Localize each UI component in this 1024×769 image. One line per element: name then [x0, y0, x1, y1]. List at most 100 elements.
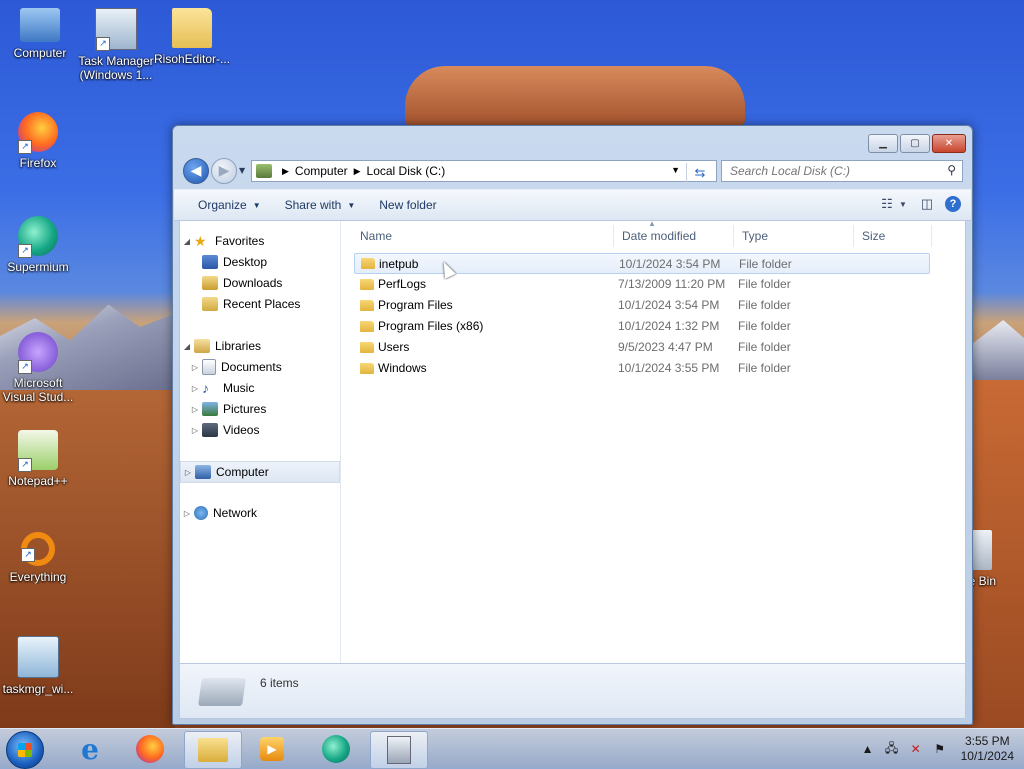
collapse-arrow-icon[interactable]: ▷	[188, 405, 202, 414]
folder-icon	[361, 258, 375, 269]
desktop-icon-notepadpp[interactable]: ↗ Notepad++	[0, 430, 76, 488]
desktop-icon-computer[interactable]: Computer	[2, 8, 78, 60]
file-list[interactable]: ▲ Name Date modified Type Size inetpub 1…	[348, 219, 965, 663]
nav-videos[interactable]: ▷ Videos	[180, 420, 346, 440]
table-row[interactable]: Program Files 10/1/2024 3:54 PM File fol…	[354, 295, 928, 315]
nav-libraries[interactable]: ◢ Libraries	[180, 336, 338, 356]
share-with-button[interactable]: Share with ▼	[273, 194, 368, 216]
collapse-arrow-icon[interactable]: ▷	[181, 468, 195, 477]
nav-favorites[interactable]: ◢ ★ Favorites	[180, 231, 338, 251]
search-input[interactable]	[728, 163, 932, 179]
desktop-icon-supermium[interactable]: ↗ Supermium	[0, 216, 76, 274]
recent-pages-dropdown[interactable]: ▼	[239, 166, 245, 175]
nav-network[interactable]: ▷ Network	[180, 503, 338, 523]
taskbar-media-player[interactable]: ▶	[244, 731, 300, 767]
column-header-name[interactable]: Name	[352, 225, 614, 247]
task-manager-icon: ↗	[95, 8, 137, 51]
forward-button[interactable]: ▶	[211, 158, 237, 184]
desktop-icon-visual-studio[interactable]: ↗ Microsoft Visual Stud...	[0, 332, 76, 404]
table-row[interactable]: Windows 10/1/2024 3:55 PM File folder	[354, 358, 928, 378]
share-with-label: Share with	[284, 198, 342, 212]
nav-music[interactable]: ▷ ♪ Music	[180, 378, 346, 398]
column-label: Type	[742, 229, 769, 243]
column-label: Size	[862, 229, 886, 243]
taskbar-explorer[interactable]	[184, 731, 242, 769]
nav-desktop[interactable]: Desktop	[180, 252, 346, 272]
collapse-arrow-icon[interactable]: ▷	[180, 509, 194, 518]
column-header-date[interactable]: Date modified	[614, 225, 734, 247]
taskbar-internet-explorer[interactable]: e	[62, 731, 118, 767]
help-icon[interactable]: ?	[945, 196, 961, 212]
desktop-icon-risoheditor[interactable]: RisohEditor-...	[154, 8, 230, 66]
nav-recent-places[interactable]: Recent Places	[180, 294, 346, 314]
column-label: Name	[360, 229, 393, 243]
folder-icon	[360, 299, 374, 311]
chevron-down-icon: ▼	[252, 200, 261, 210]
nav-label: Videos	[223, 423, 260, 437]
close-button[interactable]: ✕	[932, 134, 966, 153]
breadcrumb-local-disk[interactable]: Local Disk (C:)	[367, 164, 446, 178]
change-view-icon[interactable]: ☷	[877, 194, 897, 214]
address-bar[interactable]: ▶ Computer ▶ Local Disk (C:) ▼ ⇆	[251, 160, 717, 183]
table-row[interactable]: Program Files (x86) 10/1/2024 1:32 PM Fi…	[354, 316, 928, 336]
action-center-flag-icon[interactable]: ⚑	[931, 742, 949, 756]
file-name: PerfLogs	[378, 277, 427, 291]
search-icon[interactable]: ⚲	[947, 163, 956, 177]
taskbar-supermium[interactable]	[308, 731, 364, 767]
forward-arrow-icon: ▶	[218, 163, 230, 179]
collapse-arrow-icon[interactable]: ▷	[188, 384, 202, 393]
address-dropdown-icon[interactable]: ▼	[671, 165, 680, 175]
show-hidden-icons-icon[interactable]: ▲	[859, 742, 877, 756]
details-pane: 6 items	[179, 663, 966, 719]
nav-computer[interactable]: ▷ Computer	[180, 461, 340, 483]
new-folder-button[interactable]: New folder	[367, 194, 448, 216]
clock[interactable]: 3:55 PM 10/1/2024	[961, 734, 1014, 764]
search-box[interactable]: ⚲	[721, 160, 963, 182]
table-row[interactable]: PerfLogs 7/13/2009 11:20 PM File folder	[354, 274, 928, 294]
nav-downloads[interactable]: Downloads	[180, 273, 346, 293]
file-type: File folder	[738, 361, 791, 375]
desktop-icon-label: Notepad++	[8, 474, 68, 488]
table-row[interactable]: Users 9/5/2023 4:47 PM File folder	[354, 337, 928, 357]
preview-pane-icon[interactable]: ◫	[917, 194, 937, 214]
expand-arrow-icon[interactable]: ◢	[180, 342, 194, 351]
expand-arrow-icon[interactable]: ◢	[180, 237, 194, 246]
explorer-window[interactable]: ▁ ▢ ✕ ◀ ▶ ▼ ▶ Computer ▶ Local Disk (C:)…	[172, 125, 973, 725]
nav-pictures[interactable]: ▷ Pictures	[180, 399, 346, 419]
desktop-icon-firefox[interactable]: ↗ Firefox	[0, 112, 76, 170]
minimize-button[interactable]: ▁	[868, 134, 898, 153]
file-date: 9/5/2023 4:47 PM	[618, 340, 713, 354]
column-header-size[interactable]: Size	[854, 225, 932, 247]
refresh-button[interactable]: ⇆	[686, 163, 713, 183]
volume-muted-icon[interactable]: ✕	[907, 742, 925, 756]
back-button[interactable]: ◀	[183, 158, 209, 184]
view-dropdown-icon[interactable]: ▼	[897, 194, 909, 214]
computer-icon	[195, 465, 211, 479]
navigation-pane[interactable]: ◢ ★ Favorites Desktop Downloads Recent P…	[180, 221, 341, 663]
organize-button[interactable]: Organize ▼	[186, 194, 273, 216]
maximize-icon: ▢	[910, 138, 920, 149]
start-button[interactable]	[6, 731, 44, 769]
desktop-icon-label: Firefox	[19, 156, 57, 170]
folder-icon	[172, 8, 212, 48]
breadcrumb-computer[interactable]: Computer	[295, 164, 348, 178]
desktop-icon-task-manager[interactable]: ↗ Task Manager (Windows 1...	[78, 8, 154, 82]
collapse-arrow-icon[interactable]: ▷	[188, 426, 202, 435]
computer-icon	[20, 8, 60, 42]
breadcrumb-chevron-icon[interactable]: ▶	[282, 166, 289, 177]
desktop-icon-recycle-bin[interactable]: le Bin	[966, 530, 1024, 588]
taskbar-app-window[interactable]	[370, 731, 428, 769]
collapse-arrow-icon[interactable]: ▷	[188, 363, 202, 372]
column-header-type[interactable]: Type	[734, 225, 854, 247]
maximize-button[interactable]: ▢	[900, 134, 930, 153]
item-count: 6 items	[260, 676, 299, 690]
desktop-icon-everything[interactable]: ↗ Everything	[0, 532, 76, 584]
nav-documents[interactable]: ▷ Documents	[180, 357, 346, 377]
network-status-icon[interactable]: 🖧	[883, 739, 901, 760]
application-icon	[387, 736, 411, 764]
breadcrumb-chevron-icon[interactable]: ▶	[354, 166, 361, 177]
desktop-icon-taskmgr[interactable]: taskmgr_wi...	[0, 636, 76, 696]
taskmgr-monitor-icon	[17, 636, 59, 678]
taskbar-firefox[interactable]	[122, 731, 178, 767]
pictures-icon	[202, 402, 218, 416]
